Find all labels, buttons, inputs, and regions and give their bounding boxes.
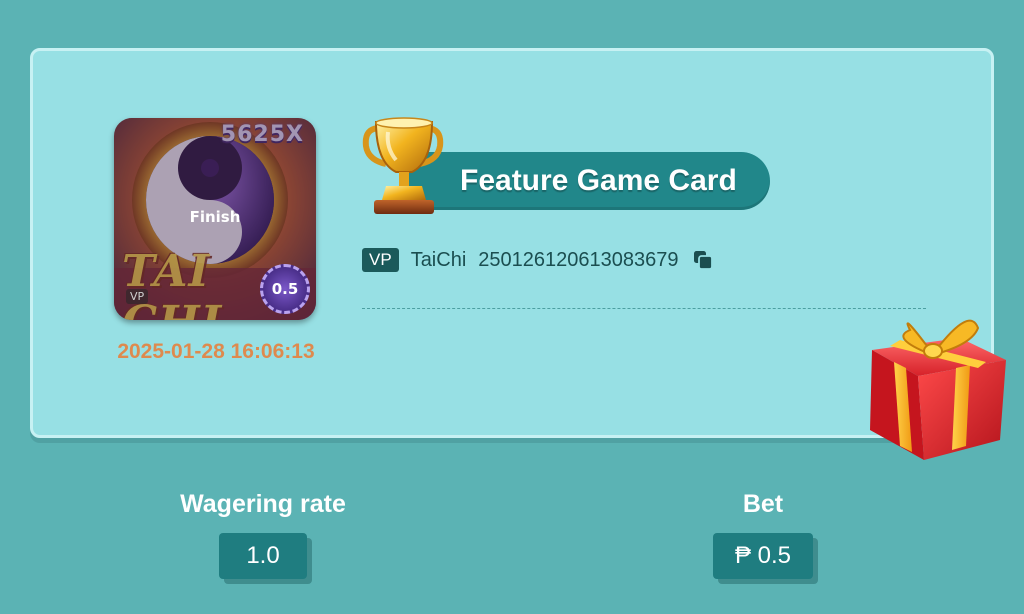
card-title: Feature Game Card <box>460 164 737 197</box>
game-timestamp: 2025-01-28 16:06:13 <box>117 340 315 363</box>
card-divider <box>362 308 926 309</box>
wagering-rate-value: 1.0 <box>219 533 307 579</box>
bet-label: Bet <box>742 490 784 518</box>
provider-badge: VP <box>362 248 399 272</box>
page: 5625X TAI CHI Finish 0.5 VP 2025-01-28 1… <box>0 0 1024 614</box>
gift-icon <box>870 319 1006 460</box>
bet-stat: Bet ₱ 0.5 <box>650 490 876 579</box>
wagering-rate-label: Wagering rate <box>180 490 346 518</box>
thumbnail-provider-tag: VP <box>126 289 149 304</box>
game-status-label: Finish <box>189 208 241 226</box>
wagering-rate-stat: Wagering rate 1.0 <box>150 490 376 579</box>
game-thumbnail[interactable]: 5625X TAI CHI Finish 0.5 VP <box>114 118 316 320</box>
copy-icon[interactable] <box>692 249 714 271</box>
trophy-icon <box>362 117 444 214</box>
game-info-row: VP TaiChi 250126120613083679 <box>362 246 714 274</box>
game-name: TaiChi <box>410 248 467 271</box>
bet-chip-icon: 0.5 <box>260 264 310 314</box>
chip-value: 0.5 <box>271 280 299 298</box>
round-id: 250126120613083679 <box>478 248 679 271</box>
card-title-pill: Feature Game Card <box>400 152 770 210</box>
bet-value: ₱ 0.5 <box>712 533 814 579</box>
